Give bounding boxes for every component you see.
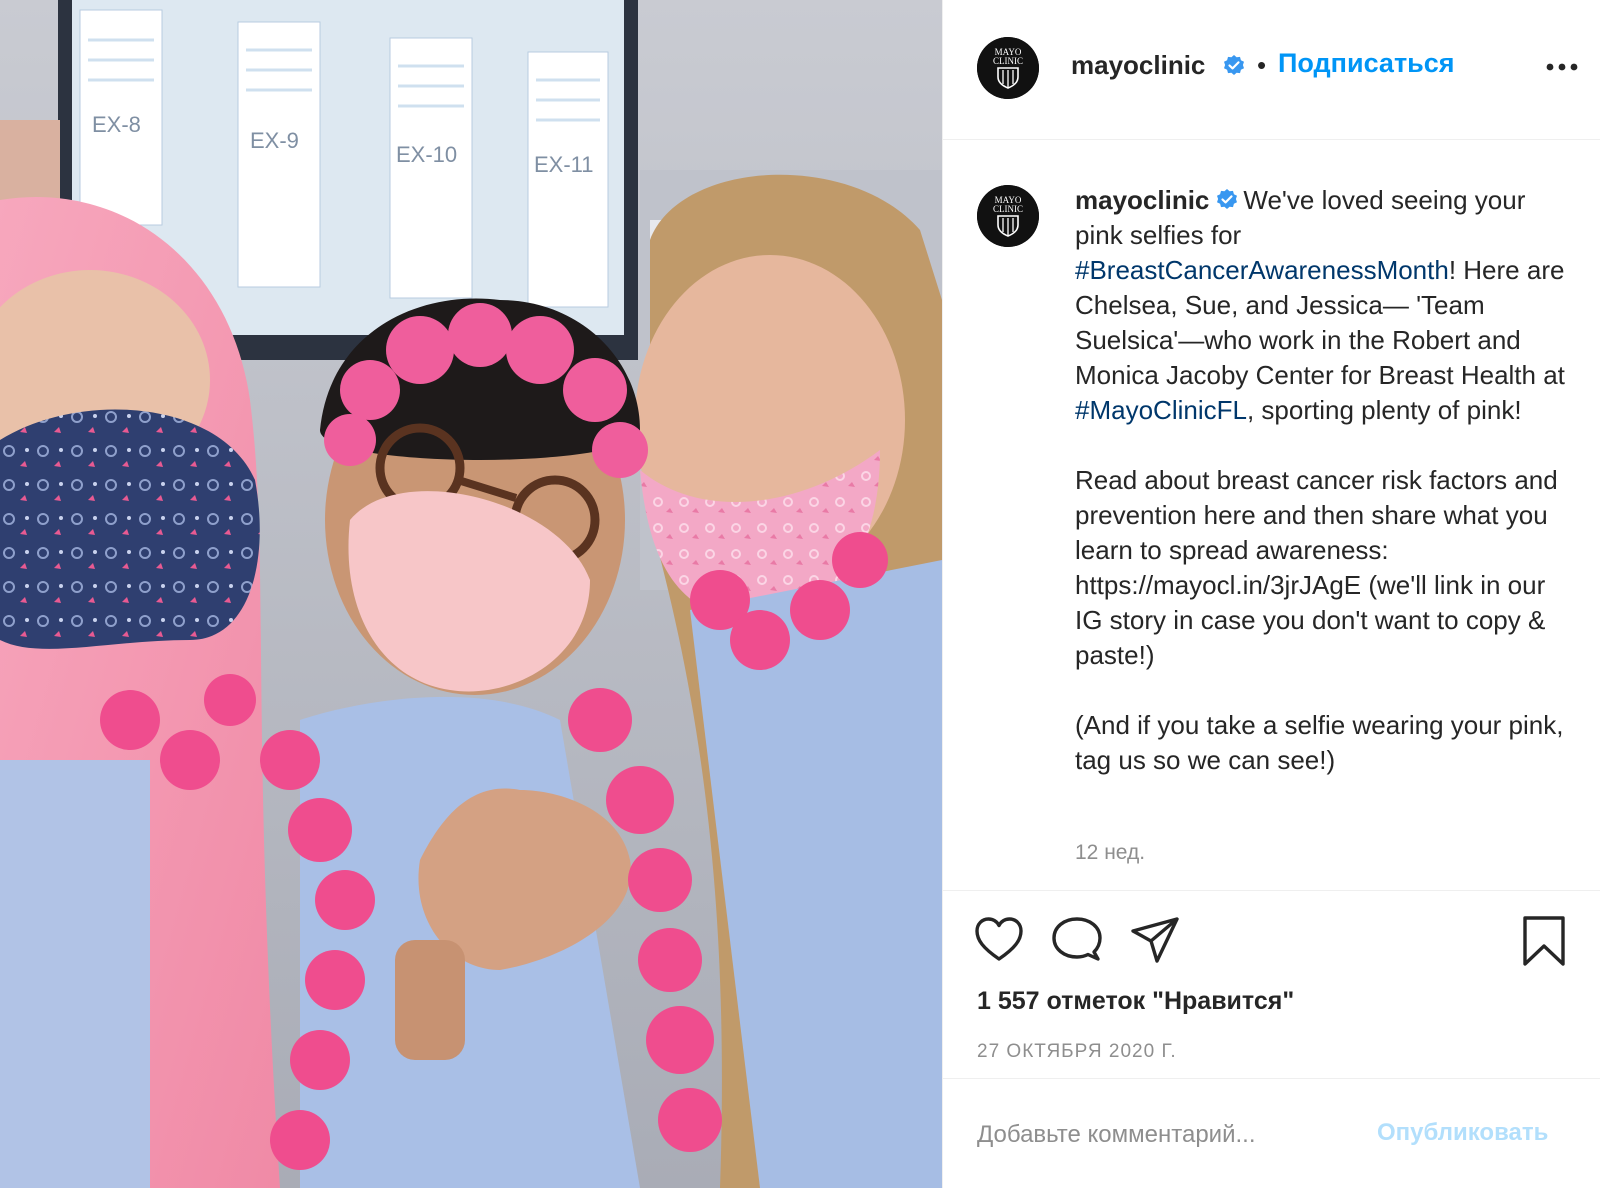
post-actions: 1 557 отметок "Нравится" 27 ОКТЯБРЯ 2020… — [943, 890, 1600, 1080]
post-header: MAYO CLINIC mayoclinic • Подписаться — [943, 0, 1600, 140]
post-date[interactable]: 27 ОКТЯБРЯ 2020 Г. — [977, 1041, 1177, 1063]
photo-label-1: EX-8 — [92, 112, 141, 137]
header-username[interactable]: mayoclinic — [1071, 50, 1205, 81]
caption-avatar[interactable]: MAYO CLINIC — [977, 185, 1039, 247]
mayo-clinic-logo-icon: MAYO CLINIC — [977, 185, 1039, 247]
more-options-icon — [1546, 63, 1578, 71]
logo-text-2: CLINIC — [993, 204, 1023, 214]
post-photo[interactable]: EX-8 EX-9 EX-10 EX-11 — [0, 0, 942, 1188]
caption-part-3: , sporting plenty of pink! — [1246, 395, 1522, 425]
publish-button[interactable]: Опубликовать — [1377, 1119, 1548, 1147]
photo-illustration: EX-8 EX-9 EX-10 EX-11 — [0, 0, 942, 1188]
photo-label-3: EX-10 — [396, 142, 457, 167]
caption-paragraph-1: mayoclinic We've loved seeing your pink s… — [1075, 183, 1575, 428]
photo-label-4: EX-11 — [534, 152, 594, 177]
paper-plane-icon — [1131, 917, 1179, 963]
hashtag-breast-cancer-awareness[interactable]: #BreastCancerAwarenessMonth — [1075, 255, 1449, 285]
share-button[interactable] — [1129, 915, 1181, 965]
comment-button[interactable] — [1051, 915, 1103, 965]
likes-count[interactable]: 1 557 отметок "Нравится" — [977, 987, 1294, 1016]
like-button[interactable] — [973, 915, 1025, 965]
post-time-ago[interactable]: 12 нед. — [1075, 841, 1145, 865]
bookmark-icon — [1523, 916, 1565, 966]
caption-paragraph-3: (And if you take a selfie wearing your p… — [1075, 710, 1564, 775]
caption-text: mayoclinic We've loved seeing your pink s… — [1075, 183, 1575, 813]
avatar[interactable]: MAYO CLINIC — [977, 37, 1039, 99]
hashtag-mayo-clinic-fl[interactable]: #MayoClinicFL — [1075, 395, 1247, 425]
comment-bar: Опубликовать — [943, 1078, 1600, 1188]
comment-input[interactable] — [977, 1115, 1367, 1155]
follow-button[interactable]: Подписаться — [1278, 48, 1455, 79]
verified-badge-icon — [1217, 189, 1238, 209]
mayo-clinic-logo-icon: MAYO CLINIC — [977, 37, 1039, 99]
heart-icon — [975, 917, 1023, 961]
caption-paragraph-2: Read about breast cancer risk factors an… — [1075, 465, 1558, 670]
save-button[interactable] — [1521, 915, 1567, 967]
logo-text-2: CLINIC — [993, 56, 1023, 66]
more-options-button[interactable] — [1542, 50, 1582, 84]
comment-icon — [1052, 917, 1102, 961]
caption-area: MAYO CLINIC mayoclinic We've loved seeing… — [943, 141, 1600, 890]
verified-badge-icon — [1224, 55, 1244, 75]
post-side-panel: MAYO CLINIC mayoclinic • Подписаться MAY… — [942, 0, 1600, 1188]
caption-username[interactable]: mayoclinic — [1075, 185, 1209, 215]
header-separator: • — [1257, 50, 1267, 80]
photo-label-2: EX-9 — [250, 128, 299, 153]
